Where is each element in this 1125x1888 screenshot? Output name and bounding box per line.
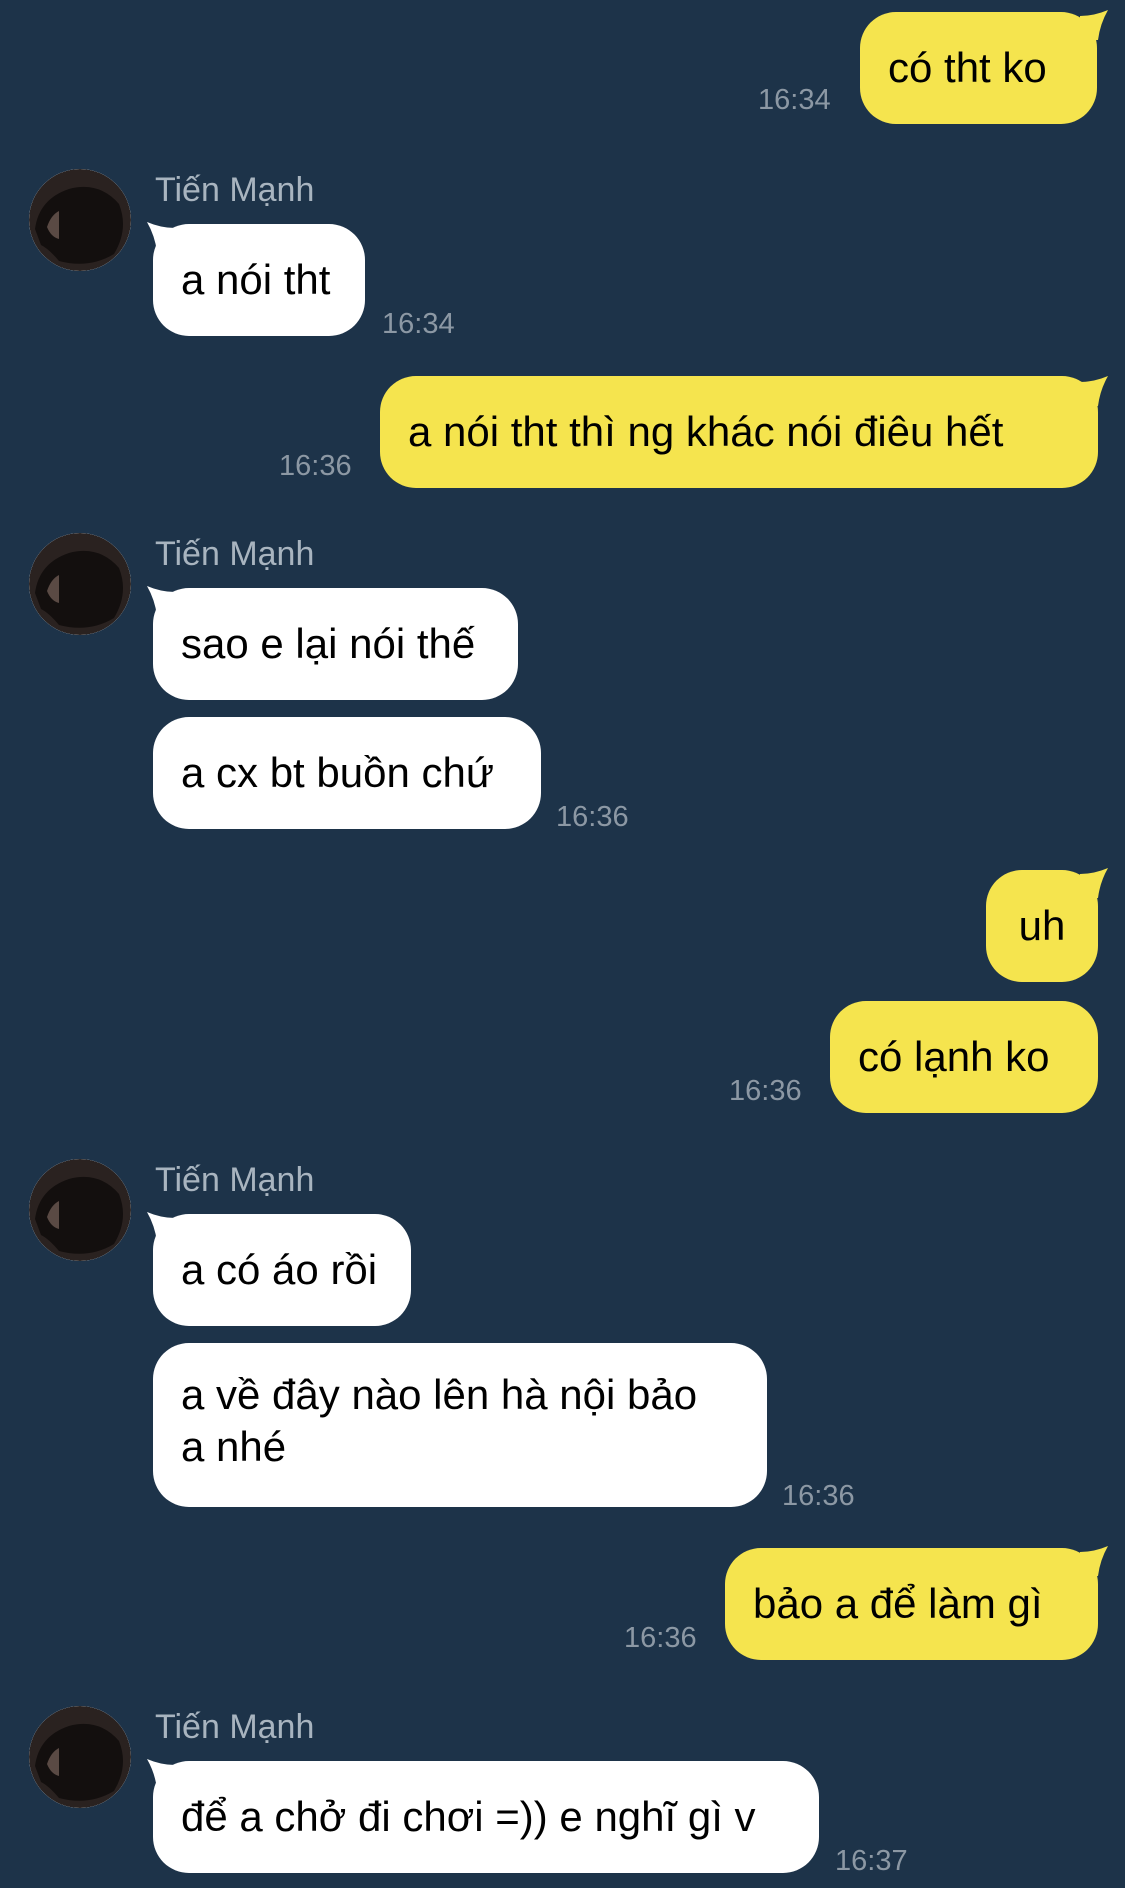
message-text-line: a về đây nào lên hà nội bảo [181,1371,698,1418]
sender-name: Tiến Mạnh [155,1161,315,1199]
outgoing-message-bubble[interactable]: a nói tht thì ng khác nói điêu hết [380,376,1098,488]
sender-name: Tiến Mạnh [155,171,315,209]
message-text: để a chở đi chơi =)) e nghĩ gì v [181,1793,756,1840]
message-text: a có áo rồi [181,1246,378,1293]
avatar-photo-icon [29,1706,131,1808]
message-text: có lạnh ko [858,1033,1050,1080]
outgoing-message-bubble[interactable]: bảo a để làm gì [725,1548,1098,1660]
incoming-message-bubble[interactable]: a nói tht [153,224,365,336]
avatar-photo-icon [29,533,131,635]
message-timestamp: 16:34 [758,84,831,116]
contact-avatar[interactable] [29,1706,131,1808]
message-timestamp: 16:37 [835,1845,908,1877]
message-timestamp: 16:36 [556,801,629,833]
message-text: có tht ko [888,44,1047,91]
message-text: uh [1018,902,1066,949]
bubble-tail-icon [1080,1546,1108,1576]
avatar-photo-icon [29,169,131,271]
message-timestamp: 16:36 [279,450,352,482]
incoming-message-bubble[interactable]: a cx bt buồn chứ [153,717,541,829]
contact-avatar[interactable] [29,533,131,635]
sender-name: Tiến Mạnh [155,535,315,573]
message-text: a nói tht [181,256,331,303]
contact-avatar[interactable] [29,169,131,271]
incoming-message-bubble[interactable]: để a chở đi chơi =)) e nghĩ gì v [153,1761,819,1873]
message-text: a nói tht thì ng khác nói điêu hết [408,408,1004,455]
incoming-message-bubble[interactable]: a có áo rồi [153,1214,411,1326]
chat-window[interactable]: có tht ko 16:34 Tiến Mạnh a nói tht 16:3… [0,0,1125,1888]
bubble-tail-icon [1080,376,1108,406]
sender-name: Tiến Mạnh [155,1708,315,1746]
message-text: bảo a để làm gì [753,1580,1043,1627]
outgoing-message-bubble[interactable]: có tht ko [860,12,1097,124]
outgoing-message-bubble[interactable]: có lạnh ko [830,1001,1098,1113]
bubble-tail-icon [1080,868,1108,898]
message-text: a cx bt buồn chứ [181,749,494,796]
contact-avatar[interactable] [29,1159,131,1261]
bubble-tail-icon [1080,10,1108,40]
avatar-photo-icon [29,1159,131,1261]
incoming-message-bubble[interactable]: sao e lại nói thế [153,588,518,700]
message-text: sao e lại nói thế [181,620,476,667]
message-timestamp: 16:34 [382,308,455,340]
message-timestamp: 16:36 [624,1622,697,1654]
message-timestamp: 16:36 [782,1480,855,1512]
message-timestamp: 16:36 [729,1075,802,1107]
incoming-message-bubble[interactable]: a về đây nào lên hà nội bảo a nhé [153,1343,767,1507]
message-text-line: a nhé [181,1423,287,1470]
